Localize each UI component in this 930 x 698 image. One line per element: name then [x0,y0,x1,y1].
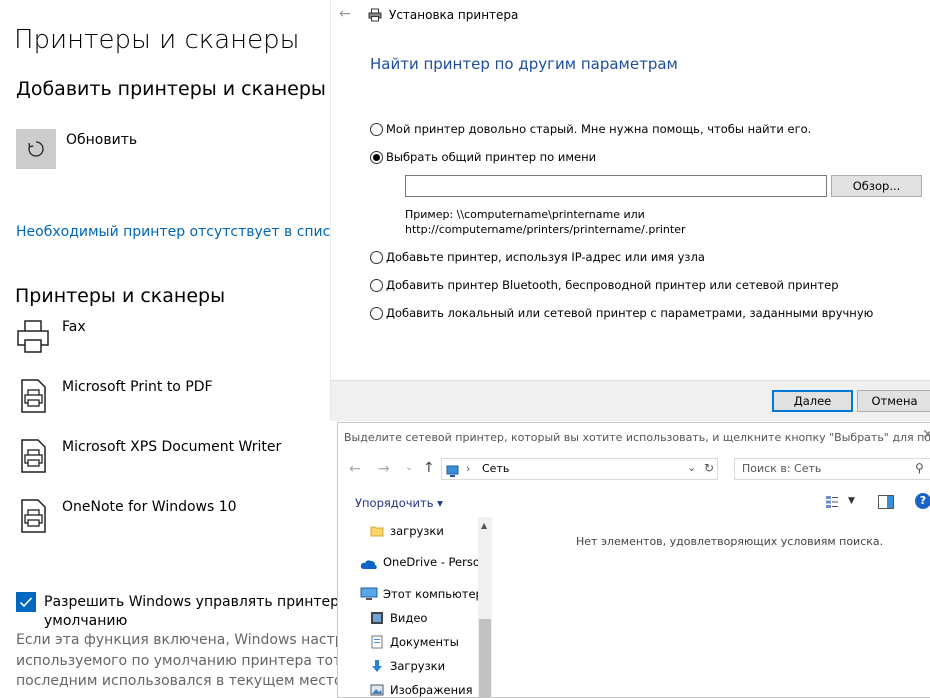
option-bluetooth-label[interactable]: Добавить принтер Bluetooth, беспроводной… [386,278,839,292]
network-icon [446,463,462,482]
chevron-down-icon[interactable]: ⌄ [405,462,413,473]
cancel-button[interactable]: Отмена [857,390,930,412]
option-bluetooth-radio[interactable] [370,279,383,292]
close-icon[interactable]: ✕ [922,427,930,443]
printer-not-listed-link[interactable]: Необходимый принтер отсутствует в списке [16,224,347,240]
refresh-icon[interactable]: ↻ [704,461,714,475]
picker-title: Выделите сетевой принтер, который вы хот… [344,431,930,444]
chevron-down-icon[interactable]: ⌄ [687,461,696,474]
printers-list-heading: Принтеры и сканеры [15,285,226,307]
nav-item-this-pc[interactable]: Этот компьютер [383,587,483,601]
example-line: Пример: \\computername\printername или [405,208,645,221]
printer-icon [368,7,382,26]
fax-icon[interactable] [16,318,52,354]
printer-name-pdf[interactable]: Microsoft Print to PDF [62,379,213,395]
nav-item-downloads[interactable]: Загрузки [390,659,445,673]
default-printer-description: Если эта функция включена, Windows настр… [16,630,391,692]
page-title: Принтеры и сканеры [14,25,300,55]
help-icon[interactable]: ? [915,493,930,509]
option-old-printer-label[interactable]: Мой принтер довольно старый. Мне нужна п… [386,122,811,136]
navigation-pane: загрузки OneDrive - Person Этот компьюте… [338,517,492,697]
manage-default-printer-label[interactable]: Разрешить Windows управлять принтером, и… [44,593,384,631]
refresh-label[interactable]: Обновить [66,132,137,148]
search-icon: ⚲ [915,461,924,475]
network-printer-picker: Выделите сетевой принтер, который вы хот… [337,422,930,698]
search-placeholder: Поиск в: Сеть [742,462,822,475]
scroll-up-icon[interactable]: ▲ [481,521,487,530]
printer-name-fax[interactable]: Fax [62,319,86,335]
nav-item-documents[interactable]: Документы [390,635,459,649]
wizard-title: Установка принтера [389,8,519,22]
scroll-thumb[interactable] [479,619,491,697]
printer-document-icon[interactable] [16,498,52,534]
view-options-icon[interactable] [825,494,839,513]
nav-item-onedrive[interactable]: OneDrive - Person [383,555,487,569]
empty-results-message: Нет элементов, удовлетворяющих условиям … [576,535,884,548]
printer-name-input[interactable] [405,175,827,197]
documents-folder-icon [370,634,384,653]
search-box[interactable]: Поиск в: Сеть ⚲ [734,458,930,480]
nav-item-videos[interactable]: Видео [390,611,427,625]
description-line: Если эта функция включена, Windows настр… [16,632,383,648]
option-manual-label[interactable]: Добавить локальный или сетевой принтер с… [386,306,873,320]
preview-pane-icon[interactable] [878,494,894,513]
nav-item-downloads-lower[interactable]: загрузки [390,524,444,538]
example-line: http://computername/printers/printername… [405,223,686,236]
refresh-button[interactable] [16,129,56,169]
refresh-icon [28,141,44,157]
address-text: Сеть [482,462,510,475]
option-old-printer-radio[interactable] [370,123,383,136]
address-bar[interactable]: › Сеть ⌄ ↻ [441,458,718,480]
printer-document-icon[interactable] [16,378,52,414]
up-arrow-icon[interactable]: ↑ [423,460,435,476]
forward-arrow-icon[interactable]: → [378,461,390,477]
printer-name-xps[interactable]: Microsoft XPS Document Writer [62,439,281,455]
chevron-down-icon[interactable]: ▼ [848,496,855,506]
pictures-folder-icon [370,682,384,697]
computer-icon [360,586,378,605]
printer-document-icon[interactable] [16,438,52,474]
option-ip-address-label[interactable]: Добавьте принтер, используя IP-адрес или… [386,250,705,264]
chevron-right-icon: › [466,462,471,475]
wizard-heading: Найти принтер по другим параметрам [370,55,678,73]
back-arrow-icon[interactable]: ← [349,461,361,477]
browse-button[interactable]: Обзор... [831,175,922,197]
nav-scrollbar[interactable]: ▲ [478,517,492,697]
downloads-folder-icon [370,658,384,677]
checkbox-label-line2: умолчанию [44,613,128,629]
folder-icon [370,523,384,542]
next-button[interactable]: Далее [772,390,853,412]
option-shared-by-name-label[interactable]: Выбрать общий принтер по имени [386,150,596,164]
checkbox-label-line1: Разрешить Windows управлять принтером, и… [44,594,384,610]
description-line: используемого по умолчанию принтера тот … [16,652,391,669]
add-printers-heading: Добавить принтеры и сканеры [16,78,326,100]
nav-item-pictures[interactable]: Изображения [390,683,473,697]
back-arrow-icon[interactable]: ← [339,6,351,22]
onedrive-icon [360,555,378,574]
checkmark-icon [19,597,33,608]
option-ip-address-radio[interactable] [370,251,383,264]
add-printer-wizard: ← Установка принтера Найти принтер по др… [331,0,930,421]
printer-name-onenote[interactable]: OneNote for Windows 10 [62,499,237,515]
video-folder-icon [370,610,384,629]
option-manual-radio[interactable] [370,307,383,320]
option-shared-by-name-radio[interactable] [370,151,383,164]
description-line: последним использовался в текущем местоп… [16,673,391,689]
organize-button[interactable]: Упорядочить ▾ [355,496,443,510]
manage-default-printer-checkbox[interactable] [16,592,36,612]
example-text: Пример: \\computername\printername или h… [405,207,686,237]
